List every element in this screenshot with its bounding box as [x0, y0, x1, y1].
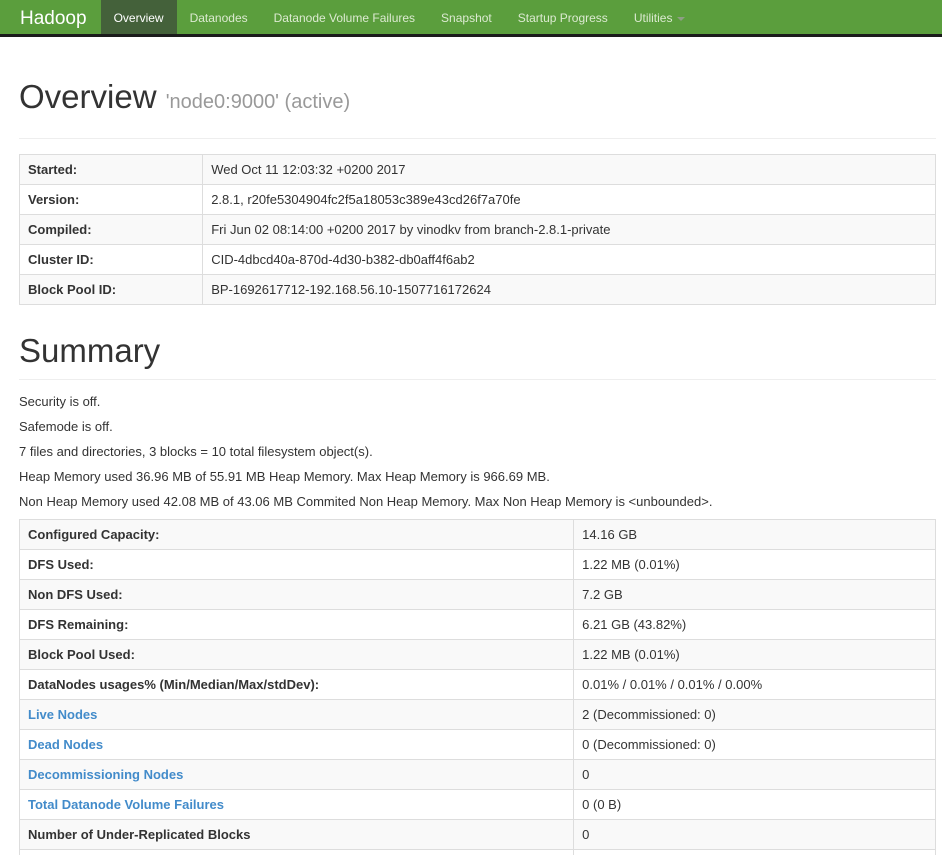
row-label: Number of Under-Replicated Blocks: [18, 819, 575, 850]
row-value: 0: [573, 849, 936, 855]
table-row: DataNodes usages% (Min/Median/Max/stdDev…: [18, 669, 936, 700]
brand-hadoop[interactable]: Hadoop: [6, 0, 101, 34]
row-label: Live Nodes: [18, 699, 575, 730]
row-label: Started:: [18, 154, 204, 185]
row-label: DFS Used:: [18, 549, 575, 580]
row-label: Block Pool ID:: [18, 274, 204, 305]
namenode-info-table: Started: Wed Oct 11 12:03:32 +0200 2017 …: [18, 154, 936, 305]
tab-utilities-label: Utilities: [633, 11, 673, 25]
table-row: Compiled: Fri Jun 02 08:14:00 +0200 2017…: [18, 214, 936, 245]
dead-nodes-link[interactable]: Dead Nodes: [28, 737, 103, 752]
non-heap-memory-text: Non Heap Memory used 42.08 MB of 43.06 M…: [19, 494, 713, 509]
row-value: 0.01% / 0.01% / 0.01% / 0.00%: [573, 669, 936, 700]
row-label: Number of Blocks Pending Deletion: [18, 849, 575, 855]
row-label: Decommissioning Nodes: [18, 759, 575, 790]
tab-overview[interactable]: Overview: [100, 0, 177, 34]
row-value: 2 (Decommissioned: 0): [573, 699, 936, 730]
table-row: Block Pool ID: BP-1692617712-192.168.56.…: [18, 274, 936, 305]
table-row: Cluster ID: CID-4dbcd40a-870d-4d30-b382-…: [18, 244, 936, 275]
row-value: 6.21 GB (43.82%): [573, 609, 936, 640]
title-divider: [19, 138, 936, 139]
page-title: Overview 'node0:9000' (active): [19, 79, 936, 120]
navbar: Hadoop Overview Datanodes Datanode Volum…: [0, 0, 942, 37]
summary-table: Configured Capacity: 14.16 GB DFS Used: …: [18, 519, 936, 855]
page-title-text: Overview: [19, 78, 157, 115]
summary-divider: [19, 379, 936, 380]
row-value: 0 (0 B): [573, 789, 936, 820]
row-label: Non DFS Used:: [18, 579, 575, 610]
tab-datanode-volume-failures[interactable]: Datanode Volume Failures: [261, 0, 428, 34]
tab-datanodes[interactable]: Datanodes: [177, 0, 261, 34]
table-row: Live Nodes 2 (Decommissioned: 0): [18, 699, 936, 730]
table-row: DFS Remaining: 6.21 GB (43.82%): [18, 609, 936, 640]
row-label: Version:: [18, 184, 204, 215]
summary-title: Summary: [19, 332, 161, 369]
chevron-down-icon: [677, 16, 686, 21]
decommissioning-nodes-link[interactable]: Decommissioning Nodes: [28, 767, 183, 782]
table-row: Non DFS Used: 7.2 GB: [18, 579, 936, 610]
filesystem-objects-text: 7 files and directories, 3 blocks = 10 t…: [19, 444, 373, 459]
row-label: DFS Remaining:: [18, 609, 575, 640]
safemode-status-text: Safemode is off.: [19, 419, 113, 434]
total-datanode-volume-failures-link[interactable]: Total Datanode Volume Failures: [28, 797, 224, 812]
row-label: DataNodes usages% (Min/Median/Max/stdDev…: [18, 669, 575, 700]
row-value: Fri Jun 02 08:14:00 +0200 2017 by vinodk…: [202, 214, 936, 245]
row-value: 0: [573, 819, 936, 850]
tab-startup-progress[interactable]: Startup Progress: [505, 0, 621, 34]
row-value: 1.22 MB (0.01%): [573, 549, 936, 580]
row-value: BP-1692617712-192.168.56.10-150771617262…: [202, 274, 936, 305]
table-row: Total Datanode Volume Failures 0 (0 B): [18, 789, 936, 820]
table-row: Decommissioning Nodes 0: [18, 759, 936, 790]
page-title-subtitle: 'node0:9000' (active): [165, 91, 351, 113]
row-label: Dead Nodes: [18, 729, 575, 760]
live-nodes-link[interactable]: Live Nodes: [28, 707, 97, 722]
row-value: Wed Oct 11 12:03:32 +0200 2017: [202, 154, 936, 185]
row-value: 14.16 GB: [573, 519, 936, 550]
row-label: Configured Capacity:: [18, 519, 575, 550]
page-content: Overview 'node0:9000' (active) Started: …: [0, 79, 942, 855]
table-row: Version: 2.8.1, r20fe5304904fc2f5a18053c…: [18, 184, 936, 215]
table-row: DFS Used: 1.22 MB (0.01%): [18, 549, 936, 580]
row-label: Cluster ID:: [18, 244, 204, 275]
tab-utilities-dropdown[interactable]: Utilities: [621, 0, 699, 34]
row-value: 0 (Decommissioned: 0): [573, 729, 936, 760]
table-row: Dead Nodes 0 (Decommissioned: 0): [18, 729, 936, 760]
row-value: 0: [573, 759, 936, 790]
tab-snapshot[interactable]: Snapshot: [428, 0, 505, 34]
row-value: 2.8.1, r20fe5304904fc2f5a18053c389e43cd2…: [202, 184, 936, 215]
row-label: Block Pool Used:: [18, 639, 575, 670]
table-row: Configured Capacity: 14.16 GB: [18, 519, 936, 550]
table-row: Number of Under-Replicated Blocks 0: [18, 819, 936, 850]
row-value: 1.22 MB (0.01%): [573, 639, 936, 670]
table-row: Started: Wed Oct 11 12:03:32 +0200 2017: [18, 154, 936, 185]
row-label: Compiled:: [18, 214, 204, 245]
heap-memory-text: Heap Memory used 36.96 MB of 55.91 MB He…: [19, 469, 550, 484]
security-status-text: Security is off.: [19, 394, 101, 409]
row-label: Total Datanode Volume Failures: [18, 789, 575, 820]
table-row: Block Pool Used: 1.22 MB (0.01%): [18, 639, 936, 670]
table-row: Number of Blocks Pending Deletion 0: [18, 849, 936, 855]
row-value: 7.2 GB: [573, 579, 936, 610]
row-value: CID-4dbcd40a-870d-4d30-b382-db0aff4f6ab2: [202, 244, 936, 275]
